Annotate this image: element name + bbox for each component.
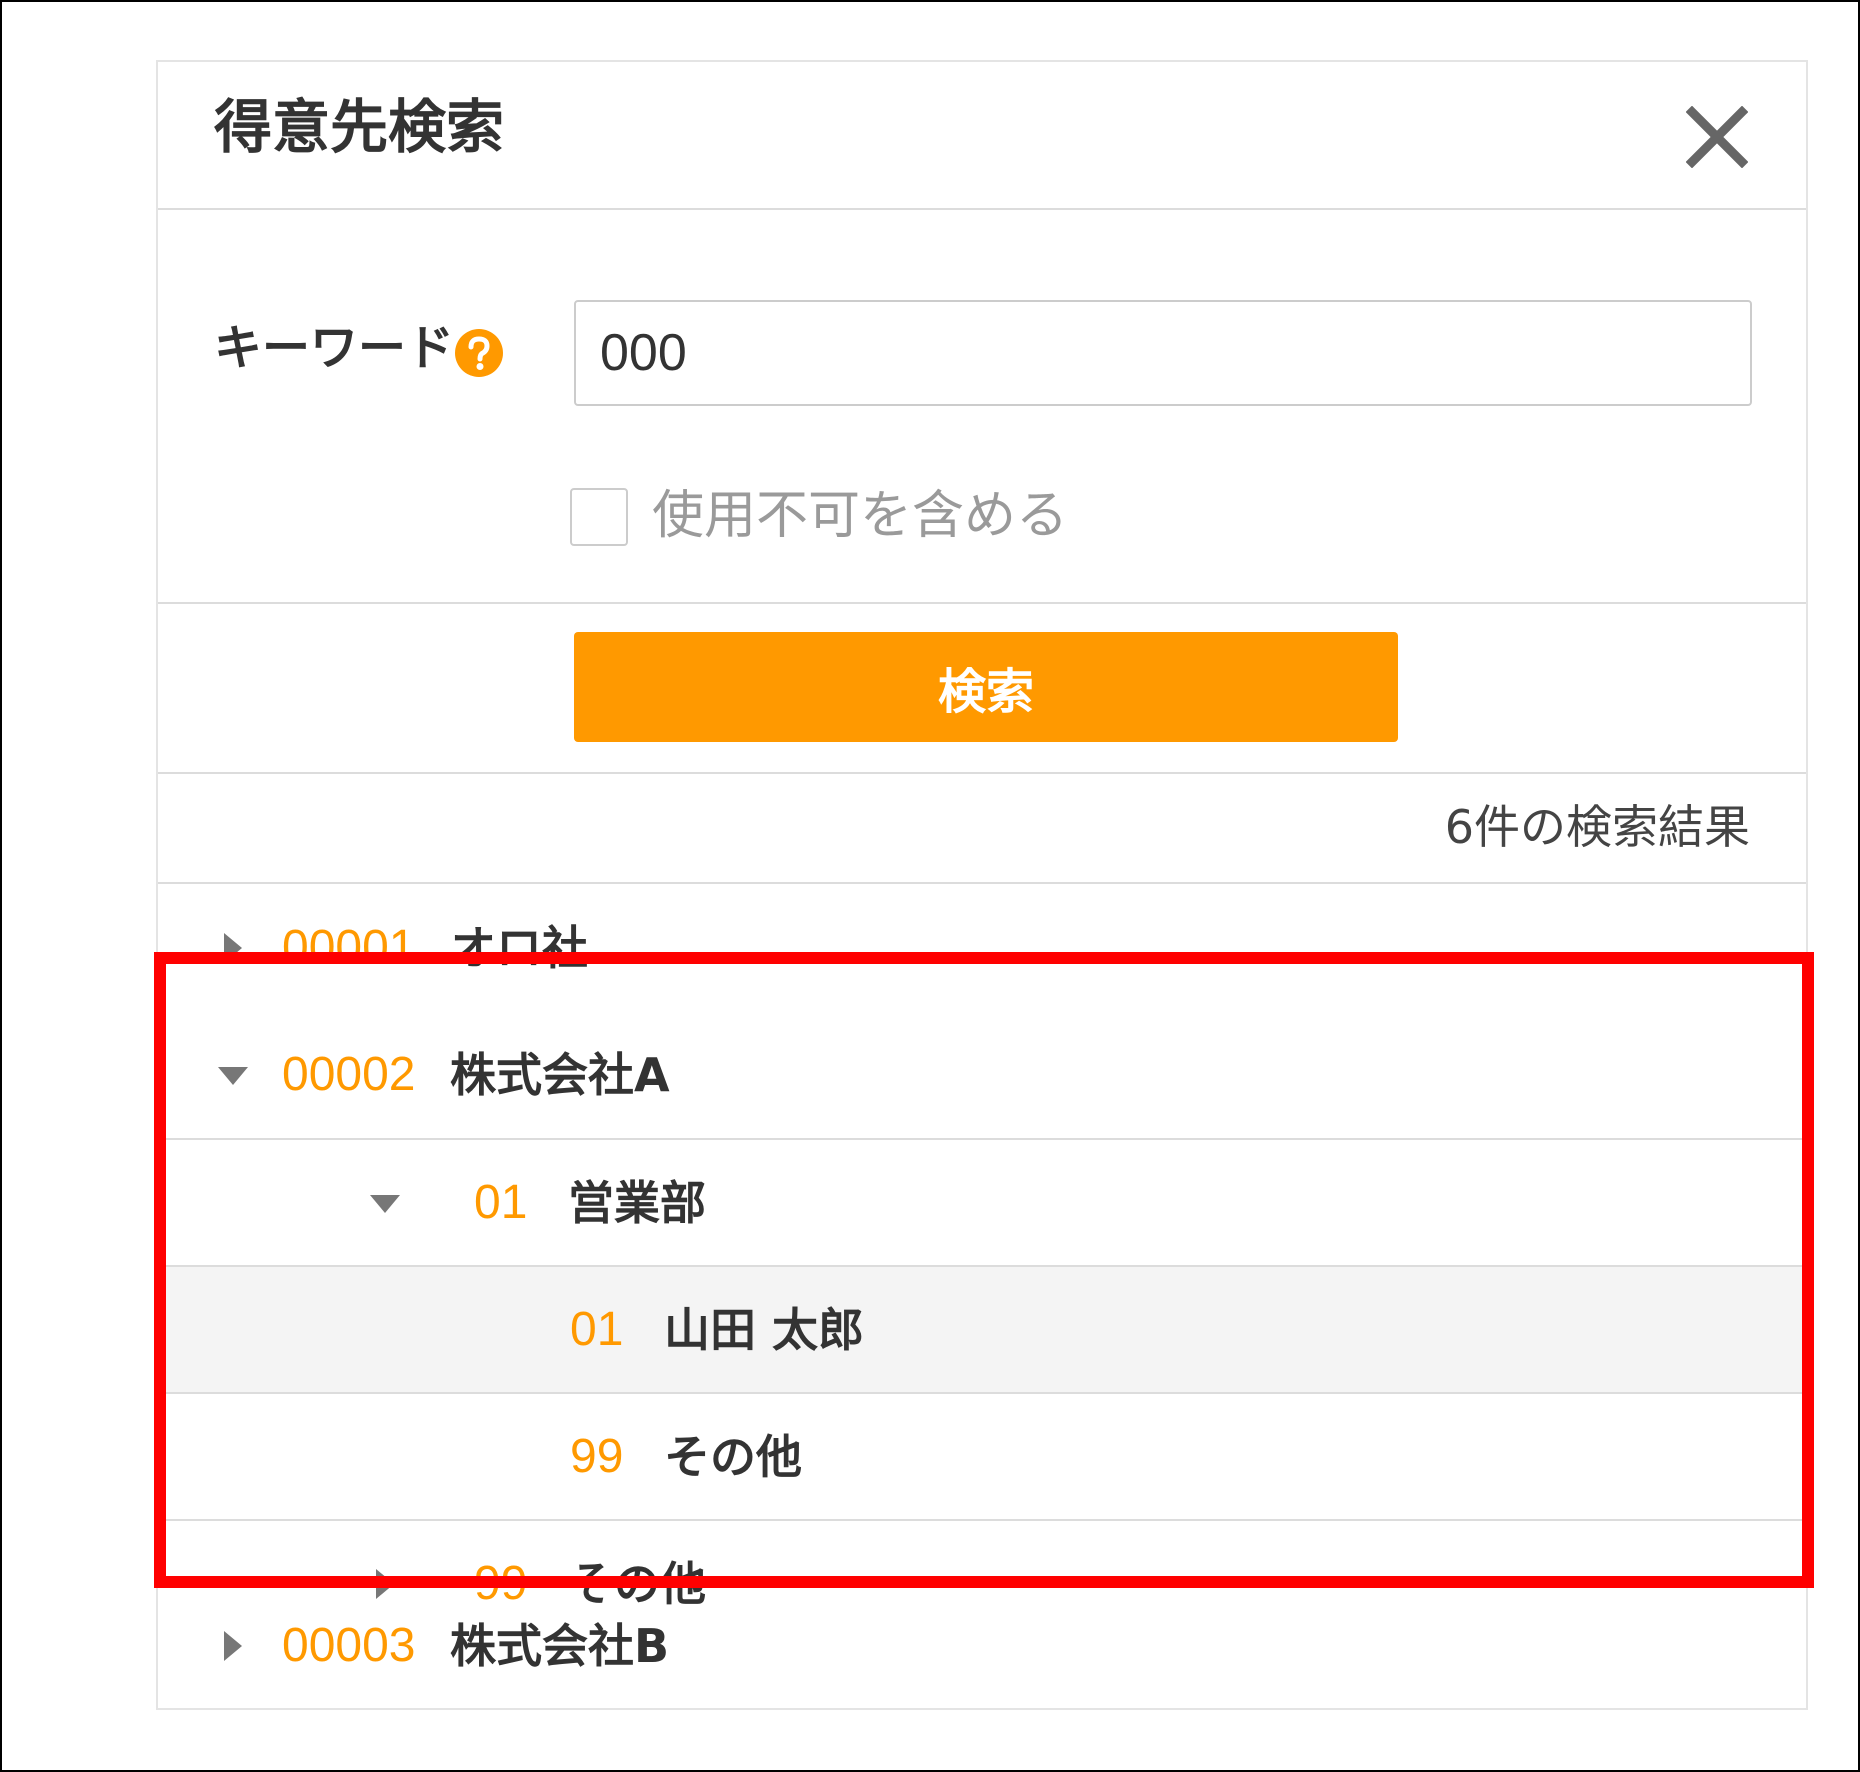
caret-right-icon[interactable] <box>224 1631 242 1661</box>
question-circle-icon[interactable] <box>454 328 504 378</box>
keyword-label: キーワード <box>214 320 455 376</box>
include-unusable-checkbox[interactable] <box>570 488 628 546</box>
row-name: 山田 太郎 <box>664 1302 865 1357</box>
tree-row-department[interactable]: 01 営業部 <box>158 1138 1806 1265</box>
tree-row-company[interactable]: 00002 株式会社A <box>158 1011 1806 1138</box>
include-unusable-label[interactable]: 使用不可を含める <box>652 490 1068 542</box>
search-action-area: 検索 <box>158 604 1806 774</box>
row-name: オロ社 <box>450 920 588 975</box>
keyword-input[interactable] <box>574 300 1752 406</box>
tree-row-company[interactable]: 00001 オロ社 <box>158 884 1806 1011</box>
row-name: 営業部 <box>568 1175 706 1230</box>
dialog-title: 得意先検索 <box>214 93 505 161</box>
row-code: 01 <box>570 1302 624 1356</box>
result-count-area: 6件の検索結果 <box>158 774 1806 884</box>
row-name: 株式会社B <box>450 1619 670 1673</box>
dialog-header: 得意先検索 <box>158 62 1806 210</box>
row-code: 00001 <box>282 920 416 974</box>
row-code: 01 <box>474 1175 528 1229</box>
close-icon <box>1685 105 1749 169</box>
result-count: 6件の検索結果 <box>1444 800 1750 854</box>
customer-search-dialog: 得意先検索 キーワード 使用不可を含める 検索 6件の検索結果 00001 オロ… <box>156 60 1808 1710</box>
caret-down-icon[interactable] <box>218 1066 248 1085</box>
row-name: その他 <box>664 1429 802 1484</box>
close-button[interactable] <box>1685 105 1749 169</box>
caret-right-icon[interactable] <box>224 932 242 963</box>
row-name: 株式会社A <box>450 1047 670 1102</box>
tree-row-company[interactable]: 00003 株式会社B <box>158 1584 1806 1708</box>
row-code: 00002 <box>282 1047 416 1101</box>
row-code: 00003 <box>282 1619 416 1672</box>
search-form: キーワード 使用不可を含める <box>158 210 1806 604</box>
caret-down-icon[interactable] <box>370 1194 400 1213</box>
search-button[interactable]: 検索 <box>574 632 1398 742</box>
tree-row-person[interactable]: 01 山田 太郎 <box>158 1265 1806 1392</box>
row-code: 99 <box>570 1429 624 1483</box>
tree-row-person[interactable]: 99 その他 <box>158 1392 1806 1519</box>
